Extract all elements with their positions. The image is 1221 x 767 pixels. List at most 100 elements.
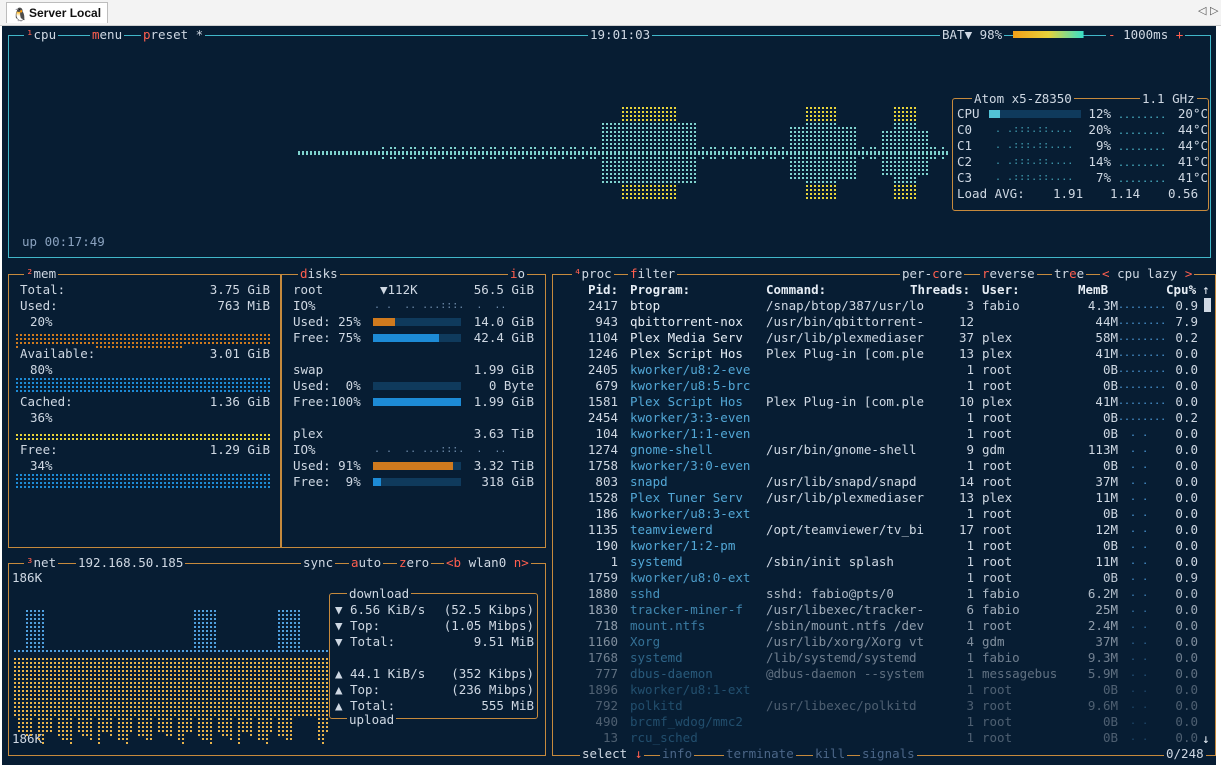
process-row[interactable]: 1274 gnome-shell/usr/bin/gnome-shell 9 gdm 1… bbox=[558, 442, 1208, 458]
process-row[interactable]: 718 mount.ntfs/sbin/mount.ntfs /dev 1 root 2… bbox=[558, 618, 1208, 634]
mem-header[interactable]: MemB bbox=[1078, 282, 1108, 298]
process-row[interactable]: 943 qbittorrent-nox/usr/bin/qbittorrent- 1… bbox=[558, 314, 1208, 330]
sort-prev-button[interactable]: < bbox=[1102, 266, 1110, 281]
select-button[interactable]: select ↓ bbox=[580, 746, 645, 762]
process-row[interactable]: 1 systemd/sbin/init splash 1 root 11M 0.0 . . bbox=[558, 554, 1208, 570]
process-user: root bbox=[982, 426, 1013, 441]
mem-row-value: 1.29 GiB bbox=[182, 442, 270, 458]
per-core-toggle[interactable]: per-core bbox=[900, 266, 965, 282]
process-row[interactable]: 104 kworker/1:1-even 1 root 0B 0.0 . . bbox=[558, 426, 1208, 442]
menu-button[interactable]: menu bbox=[90, 27, 125, 43]
process-pid: 1896 bbox=[587, 682, 618, 697]
disk-free-value: 1.99 GiB bbox=[473, 394, 534, 409]
process-row[interactable]: 1830 tracker-miner-f/usr/libexec/tracker-… bbox=[558, 602, 1208, 618]
process-command: /usr/lib/snapd/snapd bbox=[766, 474, 917, 489]
tree-toggle[interactable]: tree bbox=[1052, 266, 1087, 282]
process-pid: 2454 bbox=[587, 410, 618, 425]
cpu-box-title[interactable]: ¹cpu bbox=[24, 27, 59, 43]
process-row[interactable]: 1135 teamviewerd/opt/teamviewer/tv_bi 17 ro… bbox=[558, 522, 1208, 538]
increase-interval-button[interactable]: + bbox=[1176, 27, 1184, 42]
process-threads: 13 bbox=[958, 346, 974, 361]
process-threads: 1 bbox=[966, 730, 974, 745]
tab-scroll-left-icon[interactable]: ◁ bbox=[1198, 4, 1206, 17]
preset-button[interactable]: preset * bbox=[141, 27, 206, 43]
update-interval[interactable]: - 1000ms + bbox=[1106, 27, 1186, 43]
download-value: 9.51 MiB bbox=[473, 634, 534, 649]
process-row[interactable]: 13 rcu_sched 1 root 0B 0.0 . . bbox=[558, 730, 1208, 746]
process-program: kworker/u8:5-brc bbox=[630, 378, 751, 393]
core-name: C0 bbox=[957, 122, 973, 137]
process-row[interactable]: 1528 Plex Tuner Serv/usr/lib/plexmediaser… bbox=[558, 490, 1208, 506]
scroll-up-icon[interactable]: ↑ bbox=[1202, 282, 1210, 298]
iface-selector[interactable]: <b wlan0 n> bbox=[444, 555, 531, 571]
user-header[interactable]: User: bbox=[982, 282, 1020, 298]
threads-header[interactable]: Threads: bbox=[910, 282, 970, 298]
process-row[interactable]: 1246 Plex Script Hos Plex Plug-in [com.ple… bbox=[558, 346, 1208, 362]
process-row[interactable]: 679 kworker/u8:5-brc 1 root 0B 0.0........ bbox=[558, 378, 1208, 394]
process-row[interactable]: 1768 systemd/lib/systemd/systemd 1 fabio 9.3… bbox=[558, 650, 1208, 666]
process-pid: 2417 bbox=[587, 298, 618, 313]
io-toggle[interactable]: io bbox=[508, 266, 528, 282]
program-header[interactable]: Program: bbox=[630, 282, 690, 298]
cpu-header[interactable]: Cpu% bbox=[1166, 282, 1196, 298]
process-row[interactable]: 1896 kworker/u8:1-ext 1 root 0B 0.0 . . bbox=[558, 682, 1208, 698]
process-row[interactable]: 190 kworker/1:2-pm 1 root 0B 0.0 . . bbox=[558, 538, 1208, 554]
process-program: kworker/3:0-even bbox=[630, 458, 751, 473]
pid-header[interactable]: Pid: bbox=[588, 282, 618, 298]
mem-graph bbox=[16, 434, 270, 440]
tab-scroll-right-icon[interactable]: ▷ bbox=[1210, 4, 1218, 17]
process-row[interactable]: 490 brcmf_wdog/mmc2 1 root 0B 0.0 . . bbox=[558, 714, 1208, 730]
process-row[interactable]: 803 snapd/usr/lib/snapd/snapd 14 root 37M 0.0… bbox=[558, 474, 1208, 490]
process-program: brcmf_wdog/mmc2 bbox=[630, 714, 743, 729]
process-cpu-graph: . . bbox=[1118, 460, 1161, 471]
disk-name: plex bbox=[293, 426, 324, 442]
process-user: root bbox=[982, 362, 1013, 377]
download-title: download bbox=[347, 586, 412, 602]
process-row[interactable]: 1104 Plex Media Serv/usr/lib/plexmediaser… bbox=[558, 330, 1208, 346]
sort-next-button[interactable]: > bbox=[1185, 266, 1193, 281]
kill-button[interactable]: kill bbox=[813, 746, 848, 762]
sync-toggle[interactable]: sync bbox=[301, 555, 336, 571]
process-row[interactable]: 1160 Xorg/usr/lib/xorg/Xorg vt 4 gdm 37M 0.0 … bbox=[558, 634, 1208, 650]
core-temp-graph: ........ bbox=[1118, 126, 1167, 137]
process-row[interactable]: 2454 kworker/3:3-even 1 root 0B 0.2........ bbox=[558, 410, 1208, 426]
cpu-model: Atom x5-Z8350 bbox=[972, 91, 1074, 107]
scroll-down-icon[interactable]: ↓ bbox=[1202, 731, 1210, 747]
process-cpu-graph: ........ bbox=[1118, 364, 1167, 375]
sort-label: cpu lazy bbox=[1117, 266, 1178, 281]
net-box-title[interactable]: ³net bbox=[24, 555, 59, 571]
mem-graph bbox=[16, 474, 270, 488]
mem-box-title[interactable]: ²mem bbox=[24, 266, 59, 282]
process-row[interactable]: 792 polkitd/usr/libexec/polkitd 3 root 9.6M 0… bbox=[558, 698, 1208, 714]
process-row[interactable]: 1759 kworker/u8:0-ext 1 root 0B 0.9 . . bbox=[558, 570, 1208, 586]
info-button[interactable]: info bbox=[660, 746, 695, 762]
process-row[interactable]: 186 kworker/u8:3-ext 1 root 0B 0.0 . . bbox=[558, 506, 1208, 522]
command-header[interactable]: Command: bbox=[766, 282, 826, 298]
iface-prev-button[interactable]: <b bbox=[446, 555, 461, 570]
disk-used-bar bbox=[373, 382, 461, 390]
battery-label: BAT▼ 98% bbox=[940, 27, 1005, 43]
proc-box-title[interactable]: ⁴proc bbox=[572, 266, 614, 282]
process-mem: 0B bbox=[1102, 570, 1118, 585]
filter-button[interactable]: filter bbox=[628, 266, 678, 282]
process-row[interactable]: 1880 sshd sshd: fabio@pts/0 1 fabio 6.2M 0.0 .… bbox=[558, 586, 1208, 602]
process-pid: 1758 bbox=[587, 458, 618, 473]
process-user: root bbox=[982, 554, 1013, 569]
window-tab[interactable]: 🐧 Server Local bbox=[6, 2, 109, 23]
process-row[interactable]: 1758 kworker/3:0-even 1 root 0B 0.0 . . bbox=[558, 458, 1208, 474]
sort-selector[interactable]: < cpu lazy > bbox=[1100, 266, 1195, 282]
process-row[interactable]: 777 dbus-daemon @dbus-daemon --system 1 mess… bbox=[558, 666, 1208, 682]
reverse-toggle[interactable]: reverse bbox=[980, 266, 1037, 282]
process-row[interactable]: 1581 Plex Script Hos Plex Plug-in [com.ple… bbox=[558, 394, 1208, 410]
process-row[interactable]: 2417 btop/snap/btop/387/usr/lo 3 fabio 4.3M 0… bbox=[558, 298, 1208, 314]
process-pid: 1135 bbox=[587, 522, 618, 537]
process-cpu-graph: . . bbox=[1118, 604, 1161, 615]
iface-next-button[interactable]: n> bbox=[514, 555, 529, 570]
decrease-interval-button[interactable]: - bbox=[1108, 27, 1116, 42]
terminate-button[interactable]: terminate bbox=[724, 746, 796, 762]
process-row[interactable]: 2405 kworker/u8:2-eve 1 root 0B 0.0........ bbox=[558, 362, 1208, 378]
scrollbar-thumb[interactable] bbox=[1204, 298, 1211, 312]
zero-toggle[interactable]: zero bbox=[397, 555, 432, 571]
auto-toggle[interactable]: auto bbox=[349, 555, 384, 571]
signals-button[interactable]: signals bbox=[860, 746, 917, 762]
